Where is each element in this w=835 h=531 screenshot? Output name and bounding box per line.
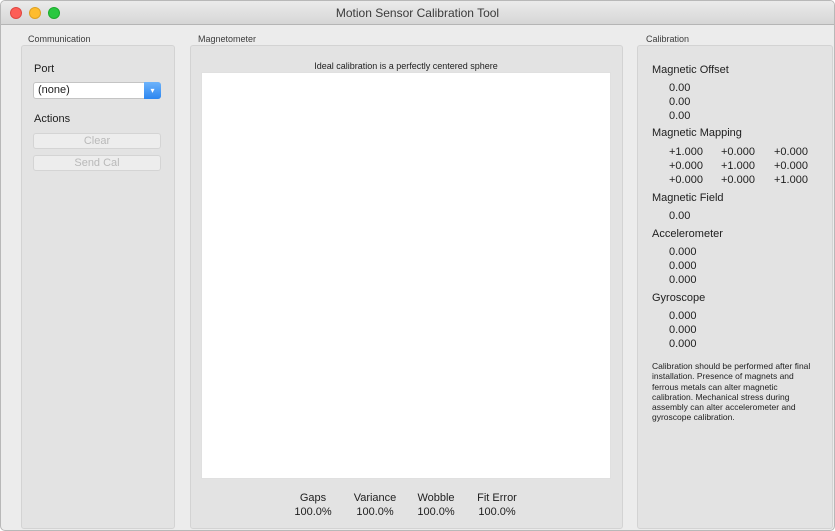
gyro-y-value: 0.000 <box>669 324 697 336</box>
app-window: Motion Sensor Calibration Tool Communica… <box>0 0 835 531</box>
gyroscope-heading: Gyroscope <box>652 292 706 304</box>
magnetometer-label: Magnetometer <box>198 34 257 44</box>
mapping-cell: +0.000 <box>774 146 808 158</box>
mapping-cell: +1.000 <box>721 160 755 172</box>
mapping-cell: +0.000 <box>669 174 703 186</box>
send-cal-button[interactable]: Send Cal <box>33 155 161 171</box>
offset-y-value: 0.00 <box>669 96 691 108</box>
magnetic-offset-heading: Magnetic Offset <box>652 64 729 76</box>
calibration-panel <box>637 45 833 529</box>
mapping-cell: +0.000 <box>721 174 755 186</box>
port-select[interactable]: (none) ▾ <box>33 82 161 99</box>
title-bar: Motion Sensor Calibration Tool <box>1 1 834 25</box>
gyro-x-value: 0.000 <box>669 310 697 322</box>
clear-button[interactable]: Clear <box>33 133 161 149</box>
metric-value: 100.0% <box>478 506 516 518</box>
offset-z-value: 0.00 <box>669 110 691 122</box>
gyro-z-value: 0.000 <box>669 338 697 350</box>
accel-z-value: 0.000 <box>669 274 697 286</box>
mapping-cell: +0.000 <box>669 160 703 172</box>
port-select-value: (none) <box>38 84 70 96</box>
metric-value: 100.0% <box>294 506 332 518</box>
metric-value: 100.0% <box>356 506 394 518</box>
metric-label: Gaps <box>299 492 327 504</box>
communication-label: Communication <box>28 34 91 44</box>
chevron-updown-icon[interactable]: ▾ <box>144 82 161 99</box>
metric-fit-error: Fit Error 100.0% <box>462 492 532 518</box>
offset-x-value: 0.00 <box>669 82 691 94</box>
mapping-cell: +0.000 <box>721 146 755 158</box>
plot-caption: Ideal calibration is a perfectly centere… <box>314 61 498 71</box>
metric-value: 100.0% <box>417 506 455 518</box>
accel-y-value: 0.000 <box>669 260 697 272</box>
mapping-cell: +0.000 <box>774 160 808 172</box>
window-title: Motion Sensor Calibration Tool <box>335 6 500 20</box>
calibration-label: Calibration <box>646 34 690 44</box>
metric-label: Fit Error <box>477 492 517 504</box>
metric-label: Wobble <box>417 492 455 504</box>
mapping-cell: +1.000 <box>774 174 808 186</box>
mapping-cell: +1.000 <box>669 146 703 158</box>
accelerometer-heading: Accelerometer <box>652 228 723 240</box>
metric-wobble: Wobble 100.0% <box>401 492 471 518</box>
actions-heading: Actions <box>34 113 71 125</box>
accel-x-value: 0.000 <box>669 246 697 258</box>
metric-gaps: Gaps 100.0% <box>278 492 348 518</box>
calibration-note: Calibration should be performed after fi… <box>652 361 811 423</box>
magnetometer-plot[interactable] <box>201 72 611 479</box>
magnetic-field-heading: Magnetic Field <box>652 192 724 204</box>
magnetic-field-value: 0.00 <box>669 210 691 222</box>
metric-variance: Variance 100.0% <box>340 492 410 518</box>
metric-label: Variance <box>353 492 397 504</box>
magnetic-mapping-heading: Magnetic Mapping <box>652 127 742 139</box>
port-heading: Port <box>34 63 55 75</box>
